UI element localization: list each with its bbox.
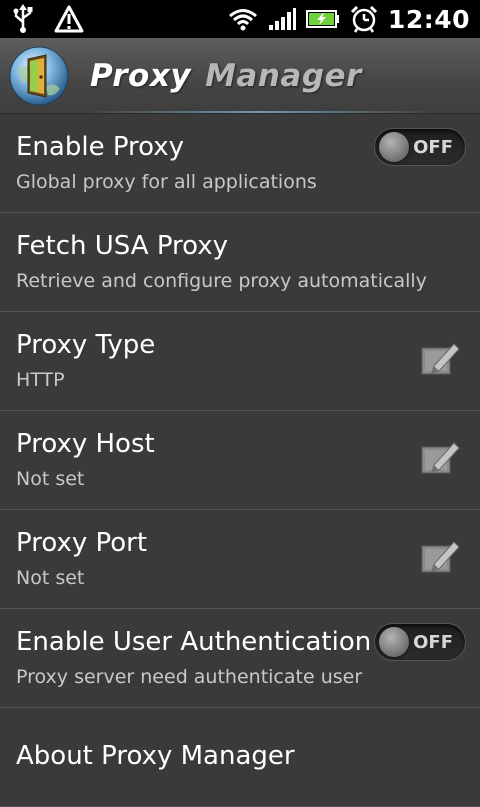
battery-charging-icon xyxy=(305,8,340,30)
setting-proxy-host[interactable]: Proxy Host Not set xyxy=(0,411,480,510)
setting-proxy-type[interactable]: Proxy Type HTTP xyxy=(0,312,480,411)
signal-icon xyxy=(268,7,296,31)
edit-icon[interactable] xyxy=(420,340,460,376)
globe-door-icon xyxy=(8,45,70,107)
setting-title: Enable User Authentication xyxy=(16,627,372,657)
setting-title: Proxy Type xyxy=(16,330,156,360)
setting-enable-proxy[interactable]: Enable Proxy Global proxy for all applic… xyxy=(0,114,480,213)
setting-summary: Not set xyxy=(16,567,85,589)
edit-icon[interactable] xyxy=(420,538,460,574)
setting-about-proxy-manager[interactable]: About Proxy Manager xyxy=(0,708,480,807)
enable-auth-toggle[interactable]: OFF xyxy=(374,623,466,661)
edit-icon[interactable] xyxy=(420,439,460,475)
status-clock: 12:40 xyxy=(387,4,470,34)
app-title: Proxy Manager xyxy=(90,58,362,94)
toggle-label: OFF xyxy=(413,632,453,653)
wifi-icon xyxy=(228,7,258,31)
setting-summary: Proxy server need authenticate user xyxy=(16,666,363,688)
setting-title: Enable Proxy xyxy=(16,132,185,162)
setting-summary: HTTP xyxy=(16,369,65,391)
toggle-knob xyxy=(379,132,409,162)
enable-proxy-toggle[interactable]: OFF xyxy=(374,128,466,166)
warning-icon xyxy=(54,5,84,33)
settings-list: Enable Proxy Global proxy for all applic… xyxy=(0,114,480,807)
setting-enable-user-authentication[interactable]: Enable User Authentication Proxy server … xyxy=(0,609,480,708)
alarm-icon xyxy=(350,5,378,33)
setting-title: About Proxy Manager xyxy=(16,741,295,771)
setting-summary: Retrieve and configure proxy automatical… xyxy=(16,270,427,292)
app-title-bar: Proxy Manager xyxy=(0,38,480,114)
app-title-word1: Proxy xyxy=(90,57,192,94)
setting-summary: Not set xyxy=(16,468,85,490)
setting-proxy-port[interactable]: Proxy Port Not set xyxy=(0,510,480,609)
status-bar: 12:40 xyxy=(0,0,480,38)
toggle-knob xyxy=(379,627,409,657)
setting-title: Proxy Port xyxy=(16,528,148,558)
toggle-label: OFF xyxy=(413,137,453,158)
setting-title: Fetch USA Proxy xyxy=(16,231,229,261)
usb-icon xyxy=(12,4,34,34)
setting-fetch-usa-proxy[interactable]: Fetch USA Proxy Retrieve and configure p… xyxy=(0,213,480,312)
app-title-word2: Manager xyxy=(205,57,362,94)
setting-title: Proxy Host xyxy=(16,429,155,459)
setting-summary: Global proxy for all applications xyxy=(16,171,317,193)
